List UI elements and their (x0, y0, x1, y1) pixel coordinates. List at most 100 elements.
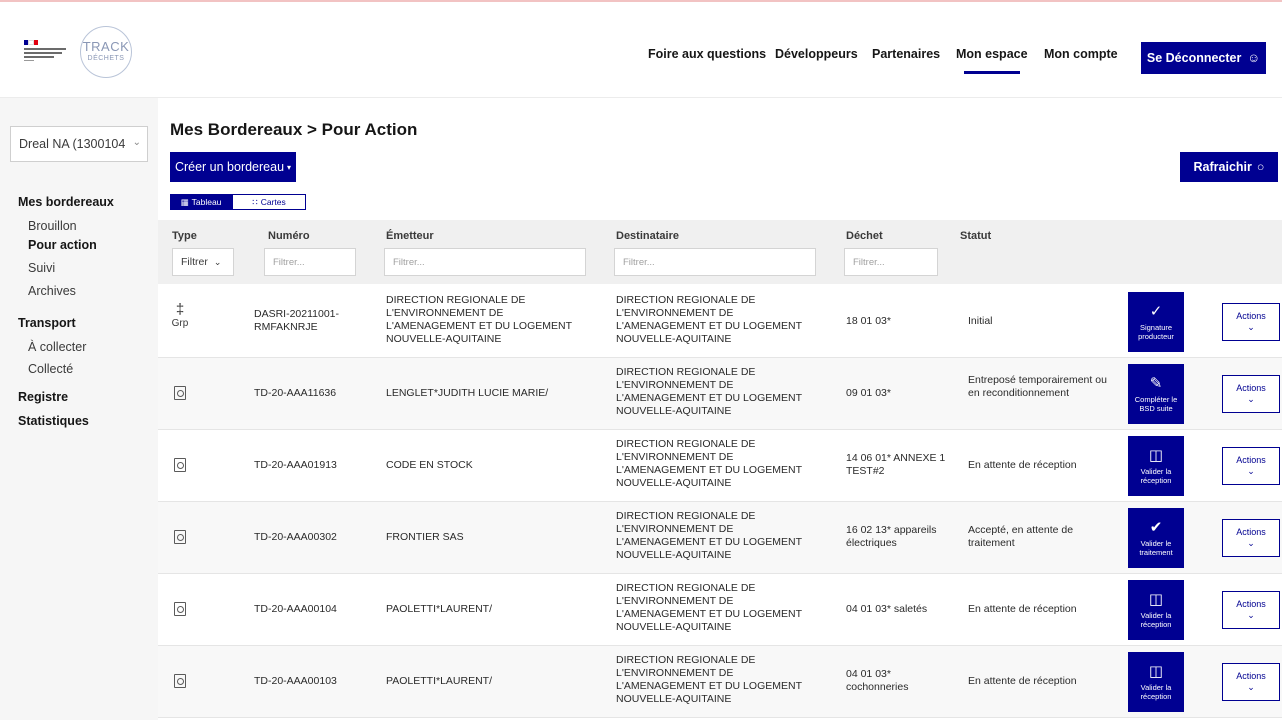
table-row[interactable]: ‡ Grp DASRI-20211001-RMFAKNRJE DIRECTION… (158, 286, 1282, 358)
logout-label: Se Déconnecter (1146, 51, 1242, 65)
numero-cell: TD-20-AAA00103 (254, 675, 337, 687)
table-row[interactable]: TD-20-AAA11636 LENGLET*JUDITH LUCIE MARI… (158, 358, 1282, 430)
column-header-numero: Numéro (268, 230, 310, 242)
logo-text: TRACK (82, 39, 130, 54)
action-label: Compléter le BSD suite (1134, 394, 1178, 413)
badge-check-icon: ✔ (1149, 518, 1163, 536)
tab-tableau[interactable]: ▦ Tableau (170, 194, 232, 210)
refresh-button[interactable]: Rafraichir ○ (1180, 152, 1278, 182)
actions-label: Actions (1236, 311, 1266, 321)
dechet-cell: 09 01 03* (846, 387, 891, 399)
valider-reception-button[interactable]: ◫ Valider la réception (1128, 652, 1184, 712)
statut-cell: Accepté, en attente de traitement (968, 524, 1074, 549)
chevron-down-icon: ⌄ (1247, 610, 1255, 620)
type-label: Grp (171, 318, 189, 329)
signature-producteur-button[interactable]: ✓ Signature producteur (1128, 292, 1184, 352)
column-header-destinataire: Destinataire (616, 230, 679, 242)
table-row[interactable]: TD-20-AAA00103 PAOLETTI*LAURENT/ DIRECTI… (158, 646, 1282, 718)
statut-cell: En attente de réception (968, 675, 1077, 687)
statut-cell: Entreposé temporairement ou en reconditi… (968, 374, 1107, 399)
chevron-down-icon: ⌄ (132, 137, 141, 148)
sidebar-item-brouillon[interactable]: Brouillon (28, 219, 77, 233)
type-filter-select[interactable]: Filtrer ⌄ (172, 248, 234, 276)
chevron-down-icon: ⌄ (1247, 322, 1255, 332)
table-row[interactable]: TD-20-AAA01913 CODE EN STOCK DIRECTION R… (158, 430, 1282, 502)
dechet-cell: 16 02 13* appareils électriques (846, 524, 937, 549)
refresh-label: Rafraichir (1193, 160, 1252, 174)
tab-cartes[interactable]: ∷ Cartes (232, 194, 306, 210)
actions-menu-button[interactable]: Actions ⌄ (1222, 375, 1280, 413)
republique-francaise-logo (24, 40, 74, 78)
sidebar-section-transport[interactable]: Transport (18, 316, 76, 330)
valider-reception-button[interactable]: ◫ Valider la réception (1128, 580, 1184, 640)
sidebar-item-archives[interactable]: Archives (28, 284, 76, 298)
actions-label: Actions (1236, 527, 1266, 537)
sidebar-section-statistiques[interactable]: Statistiques (18, 414, 89, 428)
dasri-icon: ‡ (175, 301, 185, 318)
dechet-cell: 04 01 03* cochonneries (846, 668, 909, 693)
sidebar-item-pour-action[interactable]: Pour action (28, 238, 97, 252)
nav-mon-espace[interactable]: Mon espace (956, 47, 1028, 74)
table-icon: ▦ (180, 196, 189, 207)
logout-button[interactable]: Se Déconnecter ☺ (1141, 42, 1266, 74)
logo-subtext: DÉCHETS (87, 55, 125, 62)
completer-bsd-suite-button[interactable]: ✎ Compléter le BSD suite (1128, 364, 1184, 424)
type-cell (166, 674, 194, 691)
column-header-statut: Statut (960, 230, 992, 242)
actions-menu-button[interactable]: Actions ⌄ (1222, 663, 1280, 701)
type-cell (166, 386, 194, 403)
action-label: Valider la réception (1140, 682, 1172, 701)
nav-developpeurs[interactable]: Développeurs (775, 47, 858, 61)
action-label: Valider la réception (1140, 466, 1172, 485)
type-cell (166, 458, 194, 475)
sidebar-section-mes-bordereaux[interactable]: Mes bordereaux (18, 195, 114, 209)
destinataire-cell: DIRECTION REGIONALE DE L'ENVIRONNEMENT D… (616, 294, 802, 345)
action-label: Valider le traitement (1139, 538, 1173, 557)
type-cell: ‡ Grp (166, 301, 194, 330)
refresh-icon: ○ (1256, 160, 1265, 174)
emetteur-filter-input[interactable]: Filtrer... (384, 248, 586, 276)
numero-cell: TD-20-AAA00104 (254, 603, 337, 615)
bsd-icon (174, 530, 186, 544)
destinataire-cell: DIRECTION REGIONALE DE L'ENVIRONNEMENT D… (616, 366, 802, 417)
numero-filter-input[interactable]: Filtrer... (264, 248, 356, 276)
chevron-down-icon: ⌄ (1247, 538, 1255, 548)
sidebar-item-suivi[interactable]: Suivi (28, 261, 55, 275)
table-row[interactable]: TD-20-AAA00302 FRONTIER SAS DIRECTION RE… (158, 502, 1282, 574)
chevron-down-icon: ⌄ (213, 256, 222, 267)
actions-label: Actions (1236, 455, 1266, 465)
actions-menu-button[interactable]: Actions ⌄ (1222, 591, 1280, 629)
dechet-filter-input[interactable]: Filtrer... (844, 248, 938, 276)
actions-menu-button[interactable]: Actions ⌄ (1222, 303, 1280, 341)
actions-menu-button[interactable]: Actions ⌄ (1222, 447, 1280, 485)
tab-tableau-label: Tableau (191, 197, 222, 207)
grid-icon: ∷ (252, 196, 258, 207)
organisation-select[interactable]: Dreal NA (1300104 ⌄ (10, 126, 148, 162)
emetteur-cell: PAOLETTI*LAURENT/ (386, 603, 492, 615)
table-row[interactable]: TD-20-AAA00104 PAOLETTI*LAURENT/ DIRECTI… (158, 574, 1282, 646)
actions-label: Actions (1236, 671, 1266, 681)
destinataire-filter-input[interactable]: Filtrer... (614, 248, 816, 276)
nav-mon-compte[interactable]: Mon compte (1044, 47, 1118, 61)
actions-label: Actions (1236, 383, 1266, 393)
statut-cell: En attente de réception (968, 459, 1077, 471)
numero-cell: TD-20-AAA11636 (254, 387, 337, 399)
nav-faq[interactable]: Foire aux questions (648, 47, 766, 61)
sidebar-item-collecte[interactable]: Collecté (28, 362, 73, 376)
statut-cell: Initial (968, 315, 993, 327)
valider-traitement-button[interactable]: ✔ Valider le traitement (1128, 508, 1184, 568)
type-cell (166, 602, 194, 619)
dechet-cell: 14 06 01* ANNEXE 1 TEST#2 (846, 452, 946, 477)
bsd-icon (174, 386, 186, 400)
column-header-emetteur: Émetteur (386, 230, 434, 242)
action-label: Valider la réception (1140, 610, 1172, 629)
create-bordereau-button[interactable]: Créer un bordereau ▾ (170, 152, 296, 182)
truck-icon: ◫ (1148, 446, 1164, 464)
trackdechets-logo[interactable]: TRACK DÉCHETS (80, 26, 132, 78)
action-label: Signature producteur (1138, 322, 1174, 341)
sidebar-item-a-collecter[interactable]: À collecter (28, 340, 86, 354)
actions-menu-button[interactable]: Actions ⌄ (1222, 519, 1280, 557)
valider-reception-button[interactable]: ◫ Valider la réception (1128, 436, 1184, 496)
nav-partenaires[interactable]: Partenaires (872, 47, 940, 61)
sidebar-section-registre[interactable]: Registre (18, 390, 68, 404)
